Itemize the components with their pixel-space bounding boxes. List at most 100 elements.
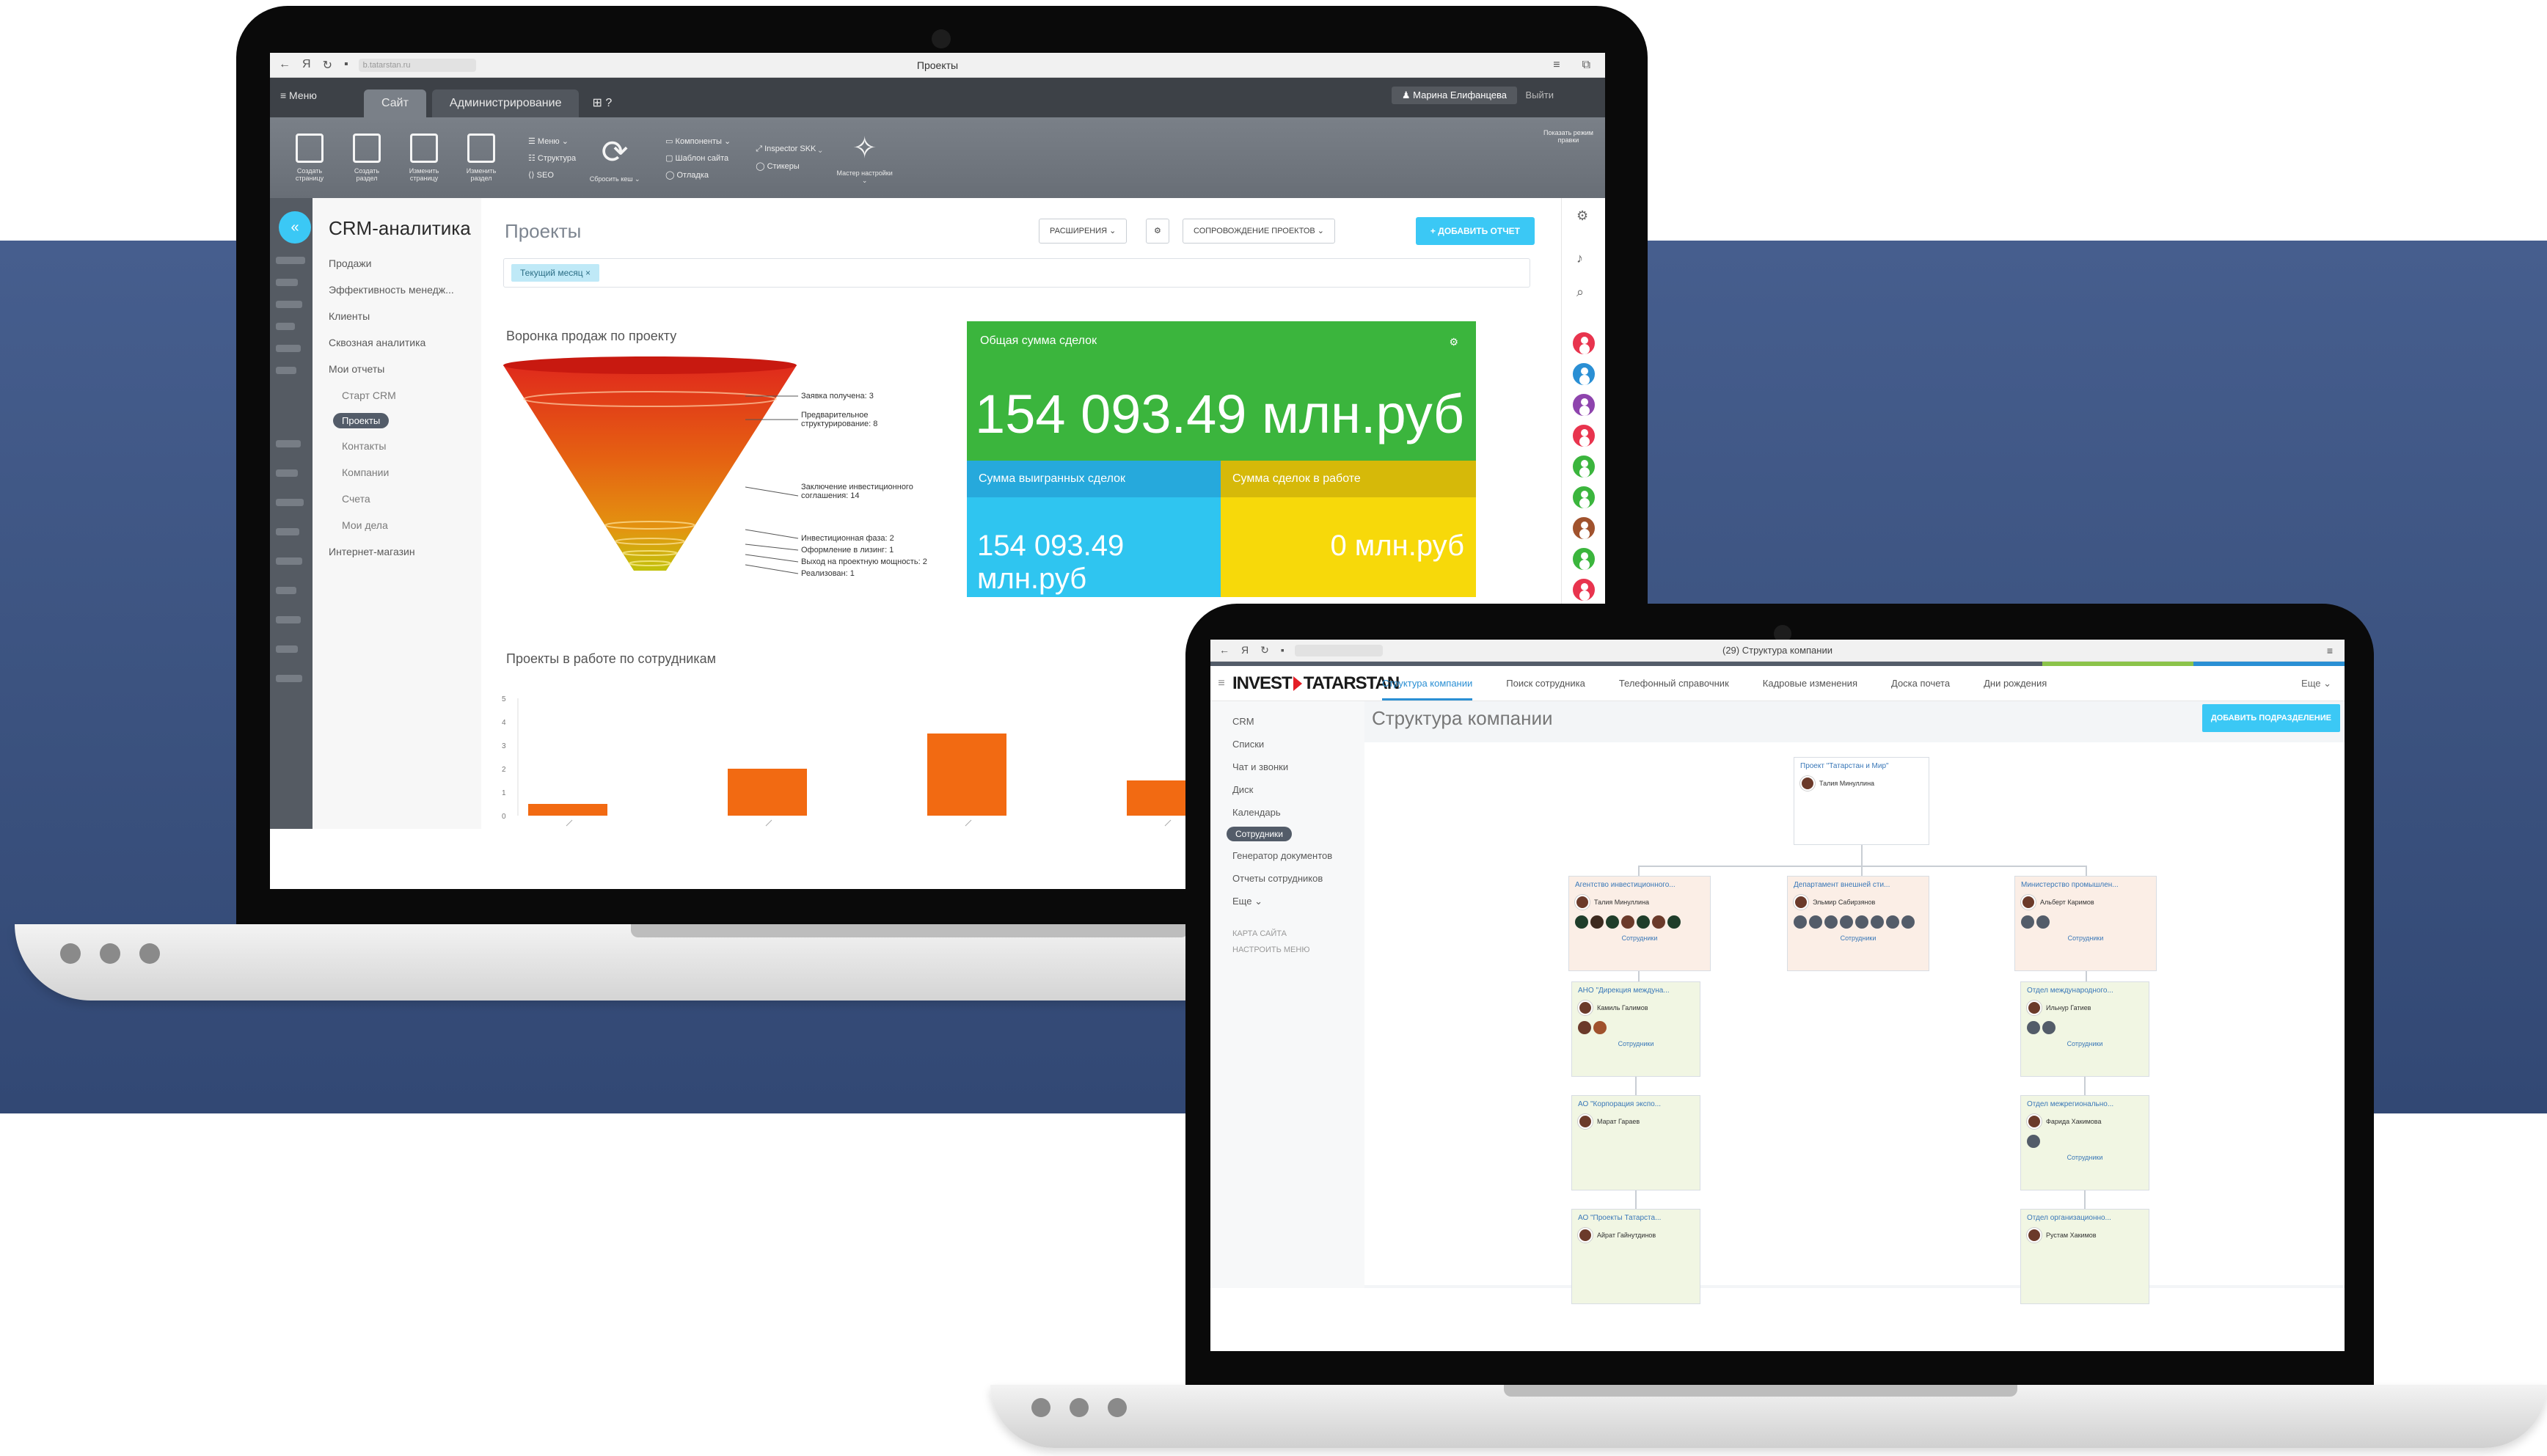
- org-node-title[interactable]: АО "Корпорация экспо...: [1572, 1096, 1700, 1111]
- ribbon-inspector-item[interactable]: ⤢ Inspector SKK ⌄: [756, 144, 822, 154]
- org-node[interactable]: АО "Корпорация экспо... Марат Гараев: [1571, 1095, 1700, 1190]
- org-node-person[interactable]: Альберт Каримов: [2015, 892, 2156, 912]
- wizard-button[interactable]: ✧ Мастер настройки ⌄: [836, 131, 894, 184]
- bar[interactable]: [728, 769, 807, 816]
- address-bar[interactable]: b.tatarstan.ru: [358, 58, 476, 72]
- avatar[interactable]: [1840, 915, 1853, 929]
- tab-site[interactable]: Сайт: [364, 89, 426, 117]
- avatar[interactable]: [1794, 915, 1807, 929]
- org-node[interactable]: Департамент внешней сти... Эльмир Сабирзя…: [1787, 876, 1929, 971]
- reload-icon[interactable]: ↻: [323, 58, 332, 73]
- address-bar[interactable]: [1294, 644, 1383, 656]
- avatar[interactable]: [1606, 915, 1619, 929]
- search-icon[interactable]: ⌕: [1576, 285, 1584, 300]
- filter-bar[interactable]: Текущий месяц ×: [503, 258, 1530, 288]
- avatar[interactable]: [1621, 915, 1634, 929]
- reload-icon[interactable]: ↻: [1260, 644, 1269, 656]
- sidebar-item-employees[interactable]: Сотрудники: [1227, 827, 1292, 841]
- avatar[interactable]: [1571, 453, 1597, 480]
- sidebar-item[interactable]: Старт CRM: [313, 382, 481, 409]
- avatar[interactable]: [2042, 1021, 2055, 1034]
- yandex-icon[interactable]: Я: [302, 58, 311, 73]
- create-section-button[interactable]: Создать раздел: [345, 133, 389, 182]
- org-node[interactable]: Отдел международного... Ильнур Гатиев Сотр…: [2020, 981, 2149, 1077]
- bar[interactable]: [927, 734, 1006, 816]
- org-node-title[interactable]: Проект "Татарстан и Мир": [1794, 758, 1929, 773]
- edit-section-button[interactable]: Изменить раздел: [459, 133, 503, 182]
- sidebar-item[interactable]: Сквозная аналитика: [313, 329, 481, 356]
- avatar[interactable]: [1571, 515, 1597, 541]
- org-node-person[interactable]: Эльмир Сабирзянов: [1788, 892, 1929, 912]
- org-node-person[interactable]: Рустам Хакимов: [2021, 1225, 2149, 1245]
- org-node-title[interactable]: Отдел организационно...: [2021, 1210, 2149, 1225]
- avatar[interactable]: [1571, 361, 1597, 387]
- bell-icon[interactable]: ♪: [1576, 251, 1583, 266]
- avatar[interactable]: [1571, 330, 1597, 356]
- employees-link[interactable]: Сотрудники: [2015, 932, 2156, 945]
- more-menu[interactable]: Еще ⌄: [2301, 678, 2331, 689]
- sidebar-item[interactable]: CRM: [1210, 710, 1364, 733]
- org-node[interactable]: АО "Проекты Татарста... Айрат Гайнутдинов: [1571, 1209, 1700, 1304]
- avatar[interactable]: [1571, 484, 1597, 511]
- back-icon[interactable]: ←: [279, 58, 290, 73]
- avatar[interactable]: [2027, 1021, 2040, 1034]
- org-node[interactable]: Отдел межрегионально... Фарида Хакимова Со…: [2020, 1095, 2149, 1190]
- avatar[interactable]: [1571, 577, 1597, 603]
- avatar[interactable]: [2036, 915, 2050, 929]
- avatar[interactable]: [1590, 915, 1604, 929]
- org-node-person[interactable]: Талия Минуллина: [1569, 892, 1710, 912]
- avatar[interactable]: [1824, 915, 1838, 929]
- avatar[interactable]: [2027, 1135, 2040, 1148]
- org-node-person[interactable]: Марат Гараев: [1572, 1111, 1700, 1132]
- avatar[interactable]: [1855, 915, 1868, 929]
- avatar[interactable]: [1901, 915, 1915, 929]
- avatar[interactable]: [1578, 1021, 1591, 1034]
- ribbon-template-item[interactable]: ▢ Шаблон сайта: [665, 153, 731, 163]
- nav-item[interactable]: Доска почета: [1891, 678, 1950, 689]
- burger-icon[interactable]: ≡: [1210, 677, 1232, 690]
- sidebar-item[interactable]: Компании: [313, 459, 481, 486]
- gear-icon[interactable]: ⚙: [1449, 336, 1458, 348]
- clear-cache-button[interactable]: ⟳ Сбросить кеш ⌄: [589, 133, 640, 183]
- avatar[interactable]: [1571, 392, 1597, 418]
- nav-item[interactable]: Телефонный справочник: [1619, 678, 1729, 689]
- sidebar-item[interactable]: Контакты: [313, 433, 481, 459]
- sidebar-item[interactable]: Продажи: [313, 250, 481, 277]
- sidebar-small-link[interactable]: НАСТРОИТЬ МЕНЮ: [1210, 940, 1364, 956]
- tabs-icon[interactable]: ⧉: [1582, 59, 1590, 72]
- sidebar-item[interactable]: Эффективность менедж...: [313, 277, 481, 303]
- create-page-button[interactable]: Создать страницу: [288, 133, 332, 182]
- avatar[interactable]: [1637, 915, 1650, 929]
- org-node-person[interactable]: Фарида Хакимова: [2021, 1111, 2149, 1132]
- add-department-button[interactable]: ДОБАВИТЬ ПОДРАЗДЕЛЕНИЕ: [2201, 704, 2340, 732]
- avatar[interactable]: [2021, 915, 2034, 929]
- sidebar-item[interactable]: Списки: [1210, 733, 1364, 756]
- extensions-button[interactable]: РАСШИРЕНИЯ ⌄: [1039, 219, 1128, 244]
- avatar[interactable]: [1571, 546, 1597, 572]
- sidebar-item[interactable]: Генератор документов: [1210, 844, 1364, 867]
- nav-item[interactable]: Кадровые изменения: [1763, 678, 1857, 689]
- org-node[interactable]: Министерство промышлен... Альберт Каримов…: [2014, 876, 2157, 971]
- ribbon-menu-item[interactable]: ☰ Меню ⌄: [528, 136, 576, 146]
- filter-chip[interactable]: Текущий месяц ×: [511, 264, 599, 282]
- support-button[interactable]: СОПРОВОЖДЕНИЕ ПРОЕКТОВ ⌄: [1183, 219, 1335, 244]
- collapse-icon[interactable]: «: [279, 211, 311, 244]
- org-node-person[interactable]: Айрат Гайнутдинов: [1572, 1225, 1700, 1245]
- sidebar-item[interactable]: Мои отчеты: [313, 356, 481, 382]
- nav-item[interactable]: Дни рождения: [1984, 678, 2047, 689]
- yandex-icon[interactable]: Я: [1241, 644, 1249, 656]
- org-node-title[interactable]: Департамент внешней сти...: [1788, 877, 1929, 892]
- nav-item[interactable]: Поиск сотрудника: [1506, 678, 1585, 689]
- avatar[interactable]: [1575, 915, 1588, 929]
- employees-link[interactable]: Сотрудники: [1572, 1037, 1700, 1050]
- avatar[interactable]: [1809, 915, 1822, 929]
- sidebar-item[interactable]: Отчеты сотрудников: [1210, 867, 1364, 890]
- avatar[interactable]: [1652, 915, 1665, 929]
- menu-icon[interactable]: ≡: [2327, 645, 2333, 656]
- org-node-title[interactable]: АНО "Дирекция междуна...: [1572, 982, 1700, 998]
- sidebar-item[interactable]: Счета: [313, 486, 481, 512]
- user-button[interactable]: ♟ Марина Елифанцева: [1391, 87, 1517, 104]
- exit-link[interactable]: Выйти: [1526, 89, 1554, 100]
- ribbon-components-item[interactable]: ▭ Компоненты ⌄: [665, 136, 731, 146]
- bar[interactable]: [528, 804, 607, 816]
